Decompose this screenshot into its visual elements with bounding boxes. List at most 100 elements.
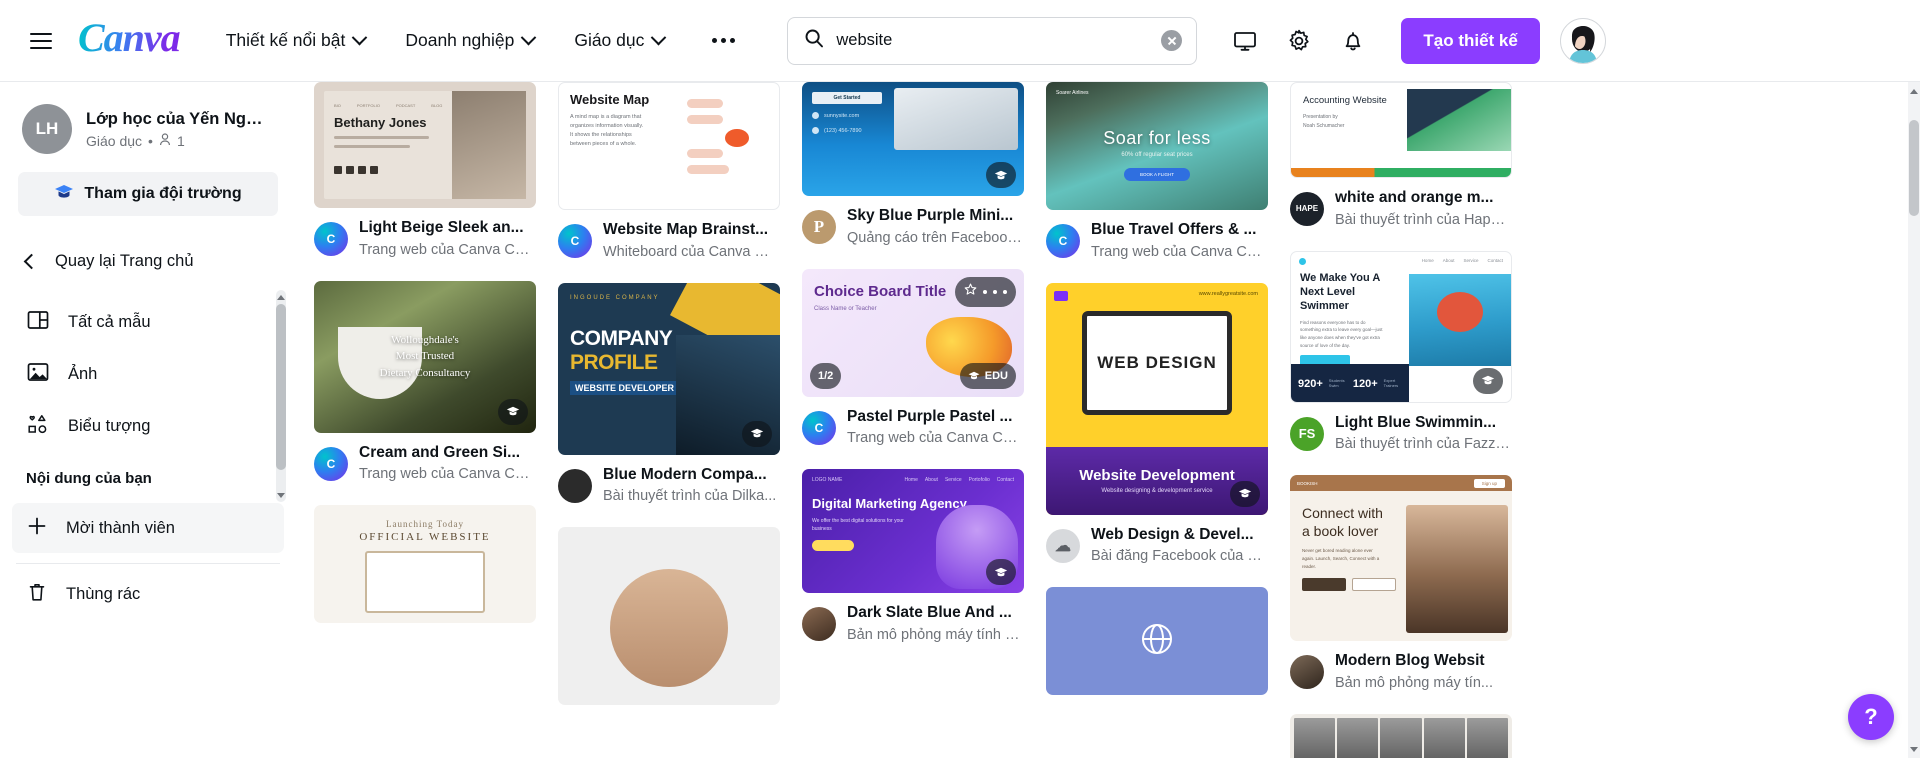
template-thumbnail[interactable]: LOGO NAME Home About Service Portofolio … (802, 469, 1024, 594)
search-input[interactable] (836, 31, 1162, 50)
join-school-team-label: Tham gia đội trường (84, 185, 242, 202)
thumb-eyebrow: Launching Today (386, 519, 464, 530)
page-scrollbar[interactable] (1908, 82, 1920, 758)
thumb-heading: a book lover (1302, 522, 1379, 539)
results-column-3: Get Started sunnysite.com (123) 456-7890… (802, 82, 1024, 758)
scroll-down-arrow-icon[interactable] (276, 488, 286, 502)
template-thumbnail[interactable] (1290, 714, 1512, 758)
bell-icon[interactable] (1331, 19, 1375, 63)
sidebar-item-all-templates[interactable]: Tất cả mẫu (0, 296, 296, 348)
thumb-nav-item: PORTFOLIO (356, 103, 380, 108)
sidebar-item-photos[interactable]: Ảnh (0, 348, 296, 400)
sidebar-scrollbar-thumb[interactable] (276, 304, 286, 470)
template-card[interactable]: Launching Today OFFICIAL WEBSITE (314, 505, 536, 624)
nav-education[interactable]: Giáo dục (574, 29, 667, 51)
template-thumbnail[interactable]: Accounting Website Presentation by Noah … (1290, 82, 1512, 178)
sidebar-divider (16, 563, 280, 564)
template-card[interactable]: Choice Board Title Class Name or Teacher… (802, 268, 1024, 448)
page-scrollbar-thumb[interactable] (1909, 120, 1919, 216)
graduation-cap-icon (986, 162, 1016, 188)
more-menu-icon[interactable] (704, 30, 743, 51)
templates-icon (26, 308, 50, 337)
author-avatar: HAPE (1290, 191, 1324, 226)
template-thumbnail[interactable]: Soarer Airlines Soar for less 60% off re… (1046, 82, 1268, 210)
template-card[interactable]: Home About Service Contact We Make You A… (1290, 250, 1512, 454)
template-meta: Modern Blog Websit Bản mô phỏng máy tín.… (1290, 652, 1512, 692)
template-actions-pill[interactable] (955, 276, 1016, 307)
template-card[interactable] (1046, 587, 1268, 696)
nav-featured-designs[interactable]: Thiết kế nổi bật (226, 29, 368, 51)
template-thumbnail[interactable]: Home About Service Contact We Make You A… (1290, 250, 1512, 403)
results-column-5: Accounting Website Presentation by Noah … (1290, 82, 1512, 758)
thumb-signup-button: Sign up (1473, 478, 1505, 488)
invite-members-button[interactable]: Mời thành viên (12, 503, 284, 553)
template-title: Blue Modern Compa... (603, 465, 767, 483)
scroll-up-arrow-icon[interactable] (1908, 82, 1920, 100)
scroll-down-arrow-icon[interactable] (1908, 740, 1920, 758)
template-thumbnail[interactable]: BOOKISH Sign up Connect with a book love… (1290, 475, 1512, 642)
graduation-cap-icon (1230, 480, 1260, 507)
canva-creative-studio-avatar: C (1046, 223, 1080, 258)
template-thumbnail[interactable]: BIO PORTFOLIO PODCAST BLOG Bethany Jones (314, 82, 536, 208)
create-design-button[interactable]: Tạo thiết kế (1401, 17, 1540, 64)
thumb-contact: (123) 456-7890 (824, 127, 862, 134)
join-school-team-button[interactable]: Tham gia đội trường (18, 172, 278, 216)
template-thumbnail[interactable]: Wolloughdale's Most Trusted Dietary Cons… (314, 280, 536, 433)
back-to-home-button[interactable]: Quay lại Trang chủ (0, 236, 296, 286)
thumb-heading: Bethany Jones (334, 115, 427, 130)
team-subtitle: Giáo dục • 1 (86, 133, 272, 149)
nav-business-label: Doanh nghiệp (405, 30, 515, 50)
author-avatar (802, 607, 836, 642)
thumb-stat-label: Students Swim (1328, 377, 1345, 388)
template-thumbnail[interactable]: www.reallygreatsite.com WEB DESIGN Websi… (1046, 282, 1268, 515)
template-card[interactable]: Soarer Airlines Soar for less 60% off re… (1046, 82, 1268, 261)
template-card[interactable]: BIO PORTFOLIO PODCAST BLOG Bethany Jones (314, 82, 536, 259)
template-title: Light Blue Swimmin... (1335, 413, 1497, 431)
thumb-nav-item: Service (1463, 257, 1479, 263)
your-content-label: Nội dung của bạn (26, 470, 152, 487)
canva-logo[interactable]: Canva (78, 17, 181, 64)
template-thumbnail[interactable] (1046, 587, 1268, 696)
scroll-up-arrow-icon[interactable] (276, 290, 286, 304)
template-card[interactable]: www.reallygreatsite.com WEB DESIGN Websi… (1046, 282, 1268, 566)
canva-creative-studio-avatar: C (802, 410, 836, 445)
template-card[interactable]: Wolloughdale's Most Trusted Dietary Cons… (314, 280, 536, 484)
template-thumbnail[interactable]: Get Started sunnysite.com (123) 456-7890 (802, 82, 1024, 196)
template-thumbnail[interactable] (558, 527, 780, 706)
template-thumbnail[interactable]: Choice Board Title Class Name or Teacher… (802, 268, 1024, 397)
template-card[interactable]: Website Map A mind map is a diagram that… (558, 82, 780, 261)
template-thumbnail[interactable]: Website Map A mind map is a diagram that… (558, 82, 780, 210)
thumb-subheading: WEBSITE DEVELOPER (570, 380, 680, 395)
gear-icon[interactable] (1277, 19, 1321, 63)
monitor-icon[interactable] (1223, 19, 1267, 63)
template-subtitle: Bản mô phỏng máy tín... (1335, 675, 1493, 692)
template-card[interactable] (558, 527, 780, 706)
canva-creative-studio-avatar: C (314, 446, 348, 481)
avatar[interactable] (1559, 17, 1606, 64)
chevron-down-icon (352, 29, 368, 46)
graduation-cap-icon (54, 184, 74, 205)
hamburger-menu-icon[interactable] (24, 24, 58, 58)
template-card[interactable]: Accounting Website Presentation by Noah … (1290, 82, 1512, 229)
help-button[interactable]: ? (1848, 694, 1894, 740)
edu-badge-label: EDU (984, 369, 1008, 382)
template-card[interactable]: Get Started sunnysite.com (123) 456-7890… (802, 82, 1024, 247)
sidebar-item-photos-label: Ảnh (68, 364, 98, 383)
sidebar-scrollbar[interactable] (276, 290, 286, 502)
template-card[interactable] (1290, 714, 1512, 758)
sidebar-item-icons[interactable]: Biểu tượng (0, 400, 296, 452)
results-columns: BIO PORTFOLIO PODCAST BLOG Bethany Jones (296, 82, 1908, 758)
template-card[interactable]: BOOKISH Sign up Connect with a book love… (1290, 475, 1512, 692)
clear-search-icon[interactable] (1161, 30, 1183, 51)
search-bar[interactable] (787, 16, 1198, 65)
template-subtitle: Trang web của Canva Cre... (359, 241, 534, 258)
star-icon[interactable] (964, 283, 977, 301)
search-icon (804, 28, 824, 53)
template-card[interactable]: LOGO NAME Home About Service Portofolio … (802, 469, 1024, 644)
template-card[interactable]: INGOUDE COMPANY COMPANY PROFILE WEBSITE … (558, 282, 780, 506)
template-thumbnail[interactable]: Launching Today OFFICIAL WEBSITE (314, 505, 536, 624)
nav-business[interactable]: Doanh nghiệp (405, 29, 537, 51)
template-thumbnail[interactable]: INGOUDE COMPANY COMPANY PROFILE WEBSITE … (558, 282, 780, 455)
sidebar-item-trash[interactable]: Thùng rác (0, 568, 296, 620)
team-header[interactable]: LH Lớp học của Yến Nguy... Giáo dục • 1 (0, 104, 296, 154)
